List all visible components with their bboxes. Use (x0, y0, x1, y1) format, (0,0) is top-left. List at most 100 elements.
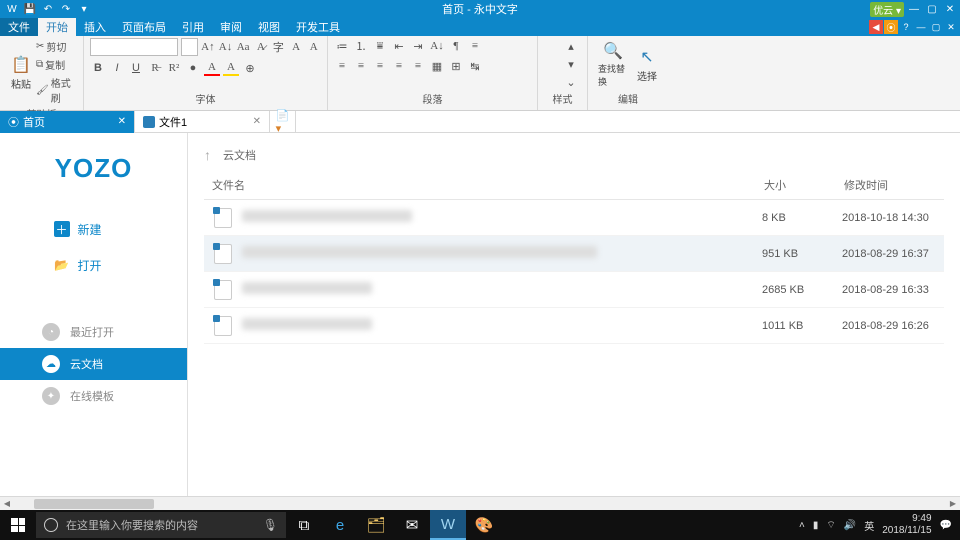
open-button[interactable]: 📂 打开 (24, 250, 164, 280)
show-marks-icon[interactable]: ¶ (448, 38, 464, 54)
shading-icon[interactable]: ▦ (429, 58, 445, 74)
font-color-icon[interactable]: A (204, 60, 220, 76)
qat-more-icon[interactable]: ▾ (76, 2, 92, 16)
tab-doc1[interactable]: 文件1 ✕ (135, 111, 270, 133)
phonetic-icon[interactable]: 字 (271, 39, 286, 55)
menu-review[interactable]: 审阅 (212, 18, 250, 36)
borders-icon[interactable]: ⊞ (448, 58, 464, 74)
tabs-icon[interactable]: ↹ (467, 58, 483, 74)
justify-icon[interactable]: ≡ (391, 58, 407, 74)
file-row[interactable]: 2685 KB2018-08-29 16:33 (204, 272, 944, 308)
help-icon[interactable]: ? (899, 20, 913, 34)
menu-insert[interactable]: 插入 (76, 18, 114, 36)
sidebar-item-templates[interactable]: ✦ 在线模板 (0, 380, 187, 412)
breadcrumb-label[interactable]: 云文档 (223, 147, 256, 163)
sidebar-item-recent[interactable]: ◔ 最近打开 (0, 316, 187, 348)
scroll-thumb[interactable] (34, 499, 154, 509)
scroll-right-icon[interactable]: ▶ (946, 497, 960, 511)
wifi-icon[interactable]: ⌔ (826, 519, 835, 532)
dec-indent-icon[interactable]: ⇤ (391, 38, 407, 54)
clear-format-icon[interactable]: A̷ (253, 39, 268, 55)
menu-layout[interactable]: 页面布局 (114, 18, 174, 36)
save-icon[interactable]: 💾 (22, 2, 38, 16)
volume-icon[interactable]: 🔊 (844, 520, 856, 531)
format-brush-button[interactable]: 🖌 格式刷 (36, 74, 77, 106)
sidebar-item-cloud[interactable]: ☁ 云文档 (0, 348, 187, 380)
notifications-icon[interactable]: 💬 (940, 520, 952, 531)
horizontal-scrollbar[interactable]: ◀ ▶ (0, 496, 960, 510)
task-view-icon[interactable]: ⧉ (286, 510, 322, 540)
minimize-button[interactable]: — (906, 2, 922, 16)
taskbar-search[interactable]: 在这里输入你要搜索的内容 🎙 (36, 512, 286, 538)
tab-home[interactable]: ⦿首页 ✕ (0, 111, 135, 133)
mic-icon[interactable]: 🎙 (263, 518, 278, 532)
align-left-icon[interactable]: ≡ (334, 58, 350, 74)
superscript-icon[interactable]: R² (166, 60, 182, 76)
maximize-button[interactable]: ▢ (924, 2, 940, 16)
shrink-font-icon[interactable]: A↓ (218, 39, 233, 55)
inc-indent-icon[interactable]: ⇥ (410, 38, 426, 54)
underline-icon[interactable]: U (128, 60, 144, 76)
header-name[interactable]: 文件名 (204, 177, 764, 193)
sub-minimize-icon[interactable]: — (914, 20, 928, 34)
char-scale-icon[interactable]: ⊕ (242, 60, 258, 76)
ime-indicator[interactable]: 英 (864, 518, 874, 533)
char-shade-icon[interactable]: A (306, 39, 321, 55)
sub-restore-icon[interactable]: ▢ (929, 20, 943, 34)
strike-icon[interactable]: R̶ (147, 60, 163, 76)
menu-start[interactable]: 开始 (38, 18, 76, 36)
font-family-select[interactable] (90, 38, 178, 56)
bullets-icon[interactable]: ≔ (334, 38, 350, 54)
explorer-icon[interactable]: 🗂 (358, 510, 394, 540)
style-more-icon[interactable]: ⌄ (563, 74, 579, 90)
file-row[interactable]: 951 KB2018-08-29 16:37 (204, 236, 944, 272)
menu-file[interactable]: 文件 (0, 18, 38, 36)
line-spacing-icon[interactable]: ≡ (467, 38, 483, 54)
mail-icon[interactable]: ✉ (394, 510, 430, 540)
header-size[interactable]: 大小 (764, 177, 844, 193)
start-button[interactable] (0, 510, 36, 540)
highlight-icon[interactable]: A (223, 60, 239, 76)
taskbar-clock[interactable]: 9:49 2018/11/15 (882, 513, 931, 537)
menu-ref[interactable]: 引用 (174, 18, 212, 36)
align-center-icon[interactable]: ≡ (353, 58, 369, 74)
select-button[interactable]: ↖ 选择 (632, 38, 662, 90)
distribute-icon[interactable]: ≡ (410, 58, 426, 74)
menu-dev[interactable]: 开发工具 (288, 18, 348, 36)
menu-view[interactable]: 视图 (250, 18, 288, 36)
align-right-icon[interactable]: ≡ (372, 58, 388, 74)
emphasis-icon[interactable]: ● (185, 60, 201, 76)
tab-home-close-icon[interactable]: ✕ (118, 116, 126, 127)
close-button[interactable]: ✕ (942, 2, 958, 16)
grow-font-icon[interactable]: A↑ (201, 39, 216, 55)
redo-icon[interactable]: ↷ (58, 2, 74, 16)
paint-icon[interactable]: 🎨 (466, 510, 502, 540)
new-button[interactable]: ＋ 新建 (24, 214, 164, 244)
change-case-icon[interactable]: Aa (236, 39, 251, 55)
multilevel-icon[interactable]: ⩸ (372, 38, 388, 54)
up-arrow-icon[interactable]: ↑ (204, 147, 211, 163)
char-border-icon[interactable]: A (289, 39, 304, 55)
edge-icon[interactable]: e (322, 510, 358, 540)
cut-button[interactable]: ✂ 剪切 (36, 38, 77, 55)
italic-icon[interactable]: I (109, 60, 125, 76)
cloud-badge[interactable]: 优云 ▾ (870, 2, 904, 17)
find-replace-button[interactable]: 🔍 查找替换 (594, 38, 632, 90)
file-row[interactable]: 1011 KB2018-08-29 16:26 (204, 308, 944, 344)
yozo-app-icon[interactable]: W (430, 510, 466, 540)
tray-chevron-icon[interactable]: ˄ (799, 520, 805, 531)
paste-button[interactable]: 📋 粘贴 (6, 38, 36, 106)
new-tab-button[interactable]: 📄▾ (270, 111, 296, 133)
numbering-icon[interactable]: ⒈ (353, 38, 369, 54)
sort-icon[interactable]: A↓ (429, 38, 445, 54)
style-scroll-up-icon[interactable]: ▴ (563, 38, 579, 54)
status-dot-1[interactable]: ◀ (869, 20, 883, 34)
tab-doc1-close-icon[interactable]: ✕ (253, 116, 261, 127)
sub-close-icon[interactable]: ✕ (944, 20, 958, 34)
battery-icon[interactable]: ▮ (813, 520, 819, 531)
file-row[interactable]: 8 KB2018-10-18 14:30 (204, 200, 944, 236)
header-date[interactable]: 修改时间 (844, 177, 944, 193)
undo-icon[interactable]: ↶ (40, 2, 56, 16)
style-scroll-down-icon[interactable]: ▾ (563, 56, 579, 72)
font-size-select[interactable] (181, 38, 198, 56)
